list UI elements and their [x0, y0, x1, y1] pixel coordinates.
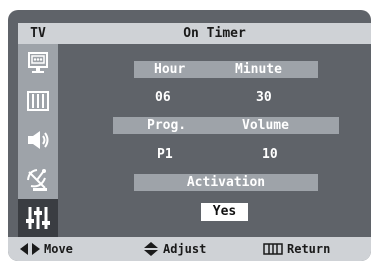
sidebar-item-speaker[interactable] [18, 121, 58, 159]
activation-label: Activation [186, 175, 266, 190]
picture-icon [28, 52, 48, 73]
sidebar-item-channel[interactable] [18, 160, 58, 198]
prog-value[interactable]: P1 [157, 146, 173, 163]
antenna-icon [27, 169, 47, 191]
volume-label: Volume [242, 118, 289, 133]
move-label: Move [44, 242, 73, 256]
sidebar-item-sound[interactable] [18, 82, 58, 120]
menu-return-icon [263, 243, 283, 255]
sidebar-icon-column [18, 44, 58, 237]
help-adjust: Adjust [143, 237, 206, 261]
activation-value-selected[interactable]: Yes [201, 203, 248, 221]
hour-value[interactable]: 06 [155, 89, 171, 106]
adjust-label: Adjust [163, 242, 207, 256]
sidebar-item-picture[interactable] [18, 44, 58, 82]
up-down-arrows-icon [144, 242, 158, 256]
prog-volume-label-bar: Prog. Volume [113, 117, 339, 134]
menu-title: On Timer [58, 23, 371, 44]
osd-menu-window: TV On Timer Hour Minute 06 30 Prog. Volu… [8, 10, 371, 261]
speaker-icon [28, 131, 49, 149]
help-bar: Move Adjust Return [8, 237, 371, 261]
left-right-arrows-icon [20, 243, 40, 255]
minute-value[interactable]: 30 [256, 89, 272, 106]
on-timer-panel: Hour Minute 06 30 Prog. Volume P1 10 Act… [58, 44, 371, 237]
tv-badge: TV [18, 23, 58, 44]
hour-minute-label-bar: Hour Minute [134, 61, 318, 78]
activation-label-bar: Activation [134, 174, 318, 191]
prog-label: Prog. [147, 118, 187, 133]
sound-icon [27, 91, 49, 111]
menu-sidebar: TV [8, 10, 58, 237]
help-return: Return [263, 237, 330, 261]
return-label: Return [287, 242, 331, 256]
volume-value[interactable]: 10 [262, 146, 278, 163]
minute-label: Minute [235, 62, 282, 77]
help-move: Move [20, 237, 73, 261]
hour-label: Hour [154, 62, 186, 77]
setup-icon [26, 207, 50, 229]
sidebar-item-setup[interactable] [18, 199, 58, 237]
